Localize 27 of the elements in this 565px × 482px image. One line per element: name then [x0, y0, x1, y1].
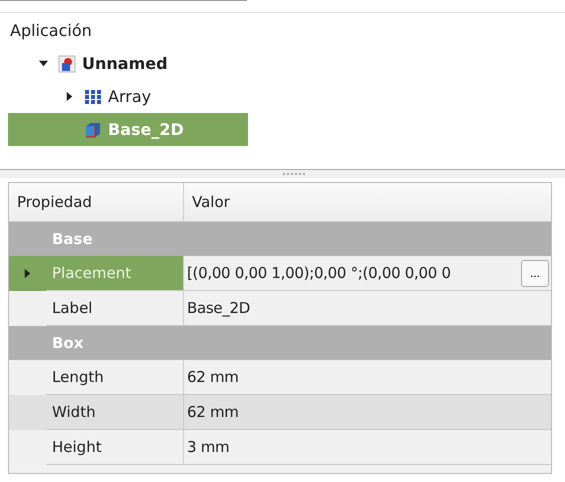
property-value-cell[interactable]: 62 mm [184, 395, 551, 430]
group-label: Box [52, 334, 84, 352]
property-value-cell[interactable]: [(0,00 0,00 1,00);0,00 °;(0,00 0,00 0 ... [184, 256, 551, 291]
property-value-cell[interactable]: 3 mm [184, 430, 551, 465]
splitter-handle[interactable] [0, 169, 565, 178]
collapsed-arrow-icon[interactable] [64, 91, 75, 102]
tree-item-label: Unnamed [82, 54, 168, 73]
group-label: Base [52, 230, 93, 248]
column-header[interactable]: Propiedad [9, 183, 184, 221]
expanded-arrow-icon[interactable] [38, 58, 49, 69]
cube-icon [84, 120, 102, 138]
property-value: 62 mm [187, 403, 239, 421]
grid-icon [84, 88, 102, 106]
collapsed-arrow-icon[interactable] [22, 268, 33, 279]
tree-root-label: Aplicación [9, 20, 93, 42]
property-name-cell[interactable]: Height [46, 430, 184, 465]
property-value: 62 mm [187, 368, 239, 386]
property-value: 3 mm [187, 438, 230, 456]
tree-item-label: Array [108, 87, 152, 106]
tree-item[interactable]: Unnamed [8, 47, 248, 80]
tree-item[interactable]: Array [8, 80, 248, 113]
property-value: [(0,00 0,00 1,00);0,00 °;(0,00 0,00 0 [187, 264, 451, 282]
edit-button[interactable]: ... [521, 260, 549, 286]
property-value: Base_2D [187, 299, 250, 317]
column-header[interactable]: Valor [184, 183, 551, 221]
tree-item-label: Base_2D [108, 120, 184, 139]
property-name-cell[interactable]: Width [46, 395, 184, 430]
